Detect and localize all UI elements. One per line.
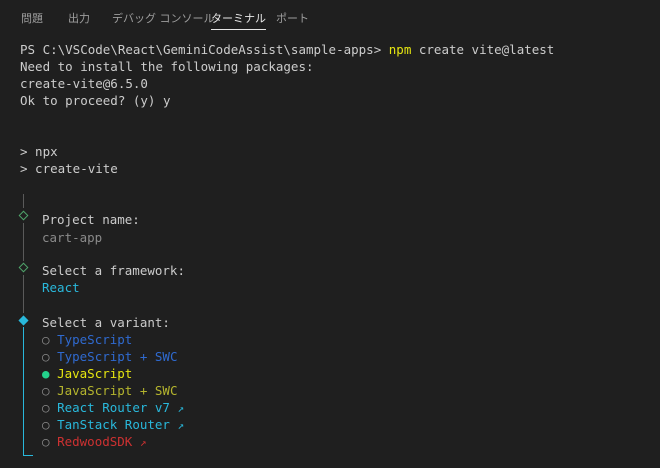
variant-label-text: JavaScript [57, 366, 133, 381]
variant-option-typescript[interactable]: ○ TypeScript [42, 331, 132, 348]
variant-option-tanstack-router[interactable]: ○ TanStack Router ↗ [42, 416, 184, 433]
tab-problems[interactable]: 問題 [21, 10, 43, 32]
radio-empty-icon: ○ [42, 349, 50, 364]
gutter-line [23, 275, 24, 313]
step-active-icon [18, 315, 29, 326]
npx-line: > npx [20, 144, 58, 159]
framework-label: Select a framework: [42, 263, 185, 278]
radio-empty-icon: ○ [42, 383, 50, 398]
variant-label-text: TypeScript + SWC [57, 349, 178, 364]
variant-option-typescript-swc[interactable]: ○ TypeScript + SWC [42, 348, 177, 365]
gutter-line-active [23, 327, 24, 456]
tab-terminal[interactable]: ターミナル [211, 10, 266, 32]
install-message: Need to install the following packages: [20, 59, 314, 74]
external-link-icon: ↗ [139, 436, 147, 449]
project-name-value: cart-app [42, 230, 103, 245]
create-vite-line: > create-vite [20, 161, 118, 176]
tab-output[interactable]: 出力 [68, 10, 90, 32]
command-line: PS C:\VSCode\React\GeminiCodeAssist\samp… [20, 41, 554, 58]
command-npm: npm [388, 42, 412, 57]
command-args: create vite@latest [411, 42, 555, 57]
gutter-end [23, 455, 33, 456]
radio-empty-icon: ○ [42, 417, 50, 432]
radio-empty-icon: ○ [42, 434, 50, 449]
gutter-line [23, 223, 24, 261]
variant-label-text: TanStack Router [57, 417, 170, 432]
variant-option-javascript-swc[interactable]: ○ JavaScript + SWC [42, 382, 177, 399]
step-done-icon [18, 262, 29, 273]
variant-label-text: RedwoodSDK [57, 434, 133, 449]
radio-empty-icon: ○ [42, 332, 50, 347]
external-link-icon: ↗ [177, 419, 185, 432]
variant-label-text: JavaScript + SWC [57, 383, 178, 398]
radio-selected-icon: ● [42, 366, 50, 381]
variant-option-react-router[interactable]: ○ React Router v7 ↗ [42, 399, 184, 416]
step-done-icon [18, 210, 29, 221]
framework-value: React [42, 280, 80, 295]
radio-empty-icon: ○ [42, 400, 50, 415]
variant-option-javascript[interactable]: ● JavaScript [42, 365, 132, 382]
tab-debug-console[interactable]: デバッグ コンソール [112, 10, 215, 32]
proceed-prompt: Ok to proceed? (y) y [20, 93, 171, 108]
project-name-label: Project name: [42, 212, 140, 227]
package-name: create-vite@6.5.0 [20, 76, 148, 91]
tab-ports[interactable]: ポート [276, 10, 309, 32]
gutter-line [23, 194, 24, 208]
variant-label: Select a variant: [42, 315, 170, 330]
prompt-text: PS C:\VSCode\React\GeminiCodeAssist\samp… [20, 42, 389, 57]
panel-tab-bar: 問題 出力 デバッグ コンソール ターミナル ポート [0, 0, 660, 36]
terminal-output[interactable]: PS C:\VSCode\React\GeminiCodeAssist\samp… [0, 36, 660, 468]
external-link-icon: ↗ [177, 402, 185, 415]
variant-label-text: TypeScript [57, 332, 133, 347]
variant-option-redwoodsdk[interactable]: ○ RedwoodSDK ↗ [42, 433, 146, 450]
variant-label-text: React Router v7 [57, 400, 170, 415]
